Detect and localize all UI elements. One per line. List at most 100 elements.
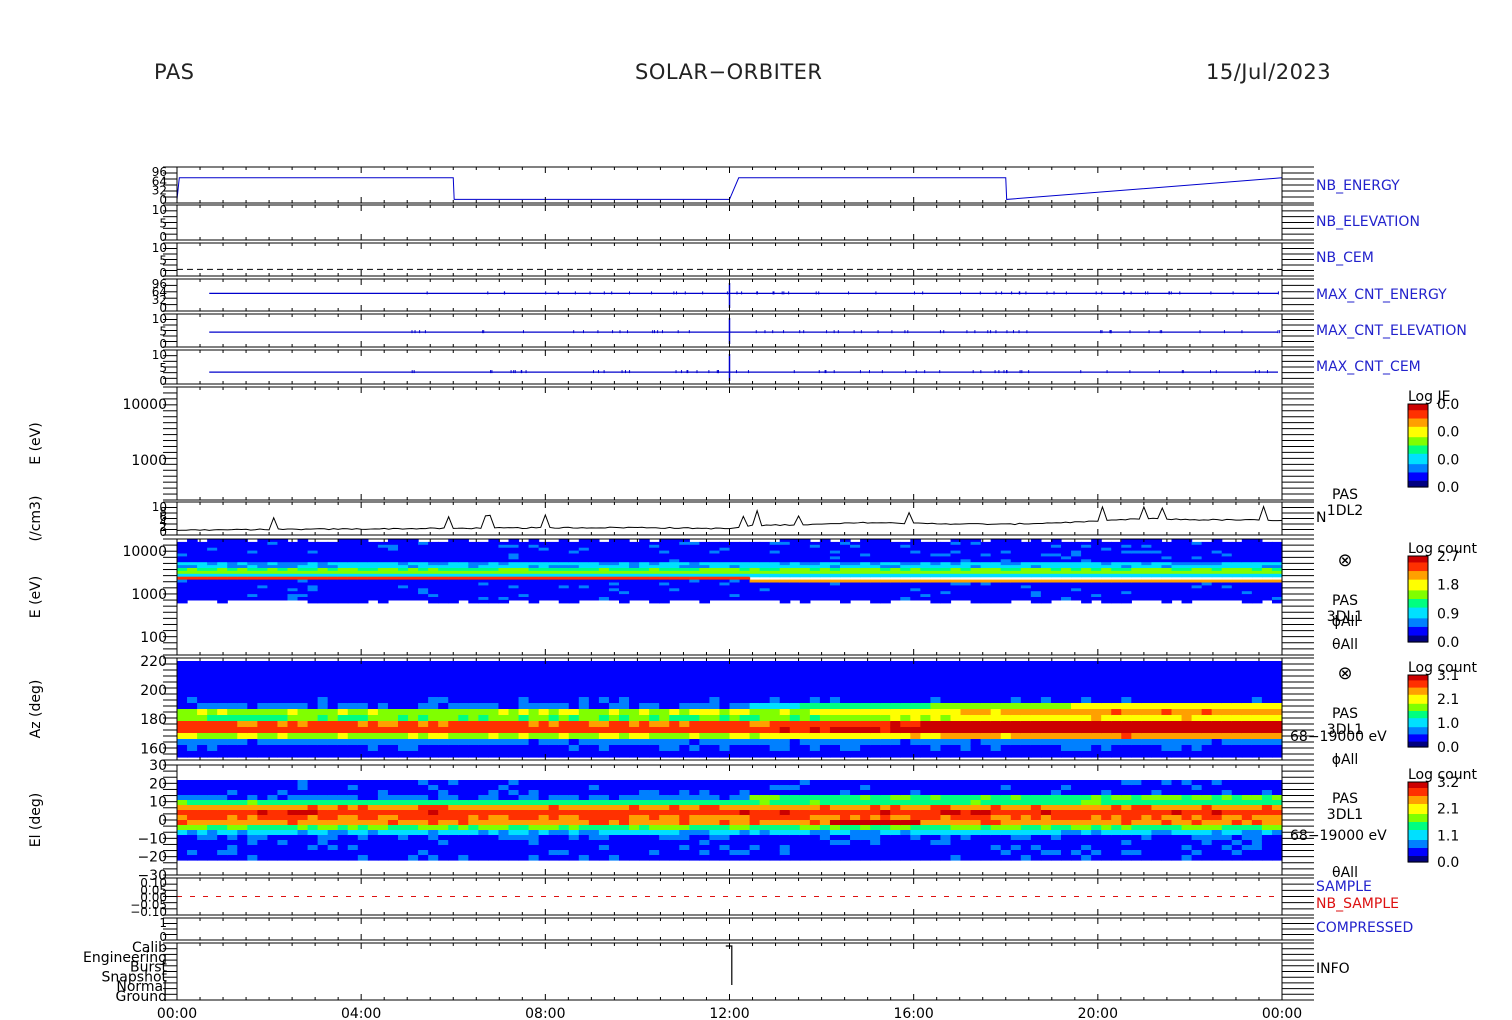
spectrogram-cell xyxy=(759,745,771,752)
spectrogram-cell xyxy=(950,739,962,746)
spectrogram-cell xyxy=(970,691,982,698)
spectrogram-cell xyxy=(227,709,238,716)
spectrogram-cell xyxy=(659,685,670,692)
spectrogram-cell xyxy=(719,733,731,740)
spectrogram-cell xyxy=(850,667,861,674)
spectrogram-cell xyxy=(468,661,479,668)
spectrogram-cell xyxy=(970,709,982,716)
spectrogram-cell xyxy=(980,673,992,680)
spectrogram-cell xyxy=(267,715,279,722)
spectrogram-cell xyxy=(177,697,188,704)
spectrogram-cell xyxy=(890,745,901,752)
spectrogram-cell xyxy=(227,679,238,686)
spectrogram-cell xyxy=(458,597,469,601)
spectrogram-cell xyxy=(257,721,269,728)
spectrogram-cell xyxy=(870,751,881,758)
colorbar-tick-label: 0.0 xyxy=(1437,397,1459,413)
spectrogram-cell xyxy=(940,727,952,734)
spectrogram-cell xyxy=(217,691,228,698)
spectrogram-cell xyxy=(699,599,711,604)
spectrogram-cell xyxy=(840,751,851,758)
spectrogram-cell xyxy=(840,573,851,578)
spectrogram-cell xyxy=(367,727,379,734)
spectrogram-cell xyxy=(749,703,761,710)
spectrogram-cell xyxy=(719,685,731,692)
spectrogram-cell xyxy=(809,597,821,601)
spectrogram-cell xyxy=(920,597,932,601)
spectrogram-cell xyxy=(970,685,982,692)
spectrogram-cell xyxy=(227,739,238,746)
spectrogram-cell xyxy=(900,733,911,740)
spectrogram-cell xyxy=(297,661,309,668)
spectrogram-cell xyxy=(548,685,560,692)
spectrogram-cell xyxy=(448,661,459,668)
colorbar-tick-label: 0.0 xyxy=(1437,635,1459,651)
spectrogram-cell xyxy=(809,739,821,746)
spectrogram-cell xyxy=(197,673,208,680)
spectrogram-cell xyxy=(287,679,299,686)
spectrogram-cell xyxy=(207,667,218,674)
spectrogram-cell xyxy=(297,727,309,734)
spectrogram-cell xyxy=(598,703,610,710)
spectrogram-cell xyxy=(799,727,811,734)
spectrogram-cell xyxy=(930,599,942,604)
spectrogram-cell xyxy=(689,679,700,686)
spectrogram-cell xyxy=(538,715,550,722)
spectrogram-cell xyxy=(639,685,650,692)
spectrogram-cell xyxy=(518,709,530,716)
spectrogram-cell xyxy=(629,597,640,601)
spectrogram-cell xyxy=(458,661,469,668)
spectrogram-cell xyxy=(287,667,299,674)
spectrogram-cell xyxy=(850,715,861,722)
spectrogram-cell xyxy=(207,691,218,698)
spectrogram-cell xyxy=(689,697,700,704)
spectrogram-cell xyxy=(880,661,891,668)
spectrogram-cell xyxy=(367,661,379,668)
spectrogram-cell xyxy=(257,739,269,746)
spectrogram-cell xyxy=(799,679,811,686)
spectrogram-cell xyxy=(367,745,379,752)
spectrogram-cell xyxy=(468,679,479,686)
spectrogram-cell xyxy=(217,709,228,716)
spectrogram-cell xyxy=(1231,573,1243,578)
spectrogram-cell xyxy=(387,733,399,740)
spectrogram-cell xyxy=(920,573,932,578)
spectrogram-cell xyxy=(608,679,620,686)
spectrogram-cell xyxy=(860,597,871,601)
spectrogram-cell xyxy=(528,697,540,704)
spectrogram-cell xyxy=(709,679,721,686)
spectrogram-cell xyxy=(608,739,620,746)
spectrogram-cell xyxy=(548,703,560,710)
spectrogram-cell xyxy=(337,667,349,674)
spectrogram-cell xyxy=(689,703,700,710)
spectrogram-cell xyxy=(910,667,921,674)
colorbar-tick-label: 2.7 xyxy=(1437,549,1459,565)
spectrogram-cell xyxy=(177,733,188,740)
spectrogram-cell xyxy=(227,727,238,734)
spectrogram-cell xyxy=(297,685,309,692)
spectrogram-cell xyxy=(669,661,680,668)
spectrogram-cell xyxy=(900,709,911,716)
spectrogram-cell xyxy=(829,685,841,692)
spectrogram-cell xyxy=(297,745,309,752)
spectrogram-cell xyxy=(277,685,289,692)
spectrogram-cell xyxy=(187,597,198,601)
spectrogram-cell xyxy=(779,733,791,740)
spectrogram-cell xyxy=(789,691,801,698)
spectrogram-cell xyxy=(890,661,901,668)
spectrogram-cell xyxy=(980,667,992,674)
spectrogram-cell xyxy=(809,751,821,758)
spectrogram-cell xyxy=(619,703,630,710)
spectrogram-cell xyxy=(428,667,439,674)
spectrogram-cell xyxy=(749,697,761,704)
spectrogram-cell xyxy=(367,697,379,704)
spectrogram-cell xyxy=(719,667,731,674)
spectrogram-cell xyxy=(538,745,550,752)
spectrogram-cell xyxy=(418,697,429,704)
spectrogram-cell xyxy=(347,697,359,704)
spectrogram-cell xyxy=(829,751,841,758)
spectrogram-cell xyxy=(578,703,590,710)
spectrogram-cell xyxy=(438,715,449,722)
spectrogram-cell xyxy=(1081,599,1092,604)
spectrogram-cell xyxy=(749,715,761,722)
